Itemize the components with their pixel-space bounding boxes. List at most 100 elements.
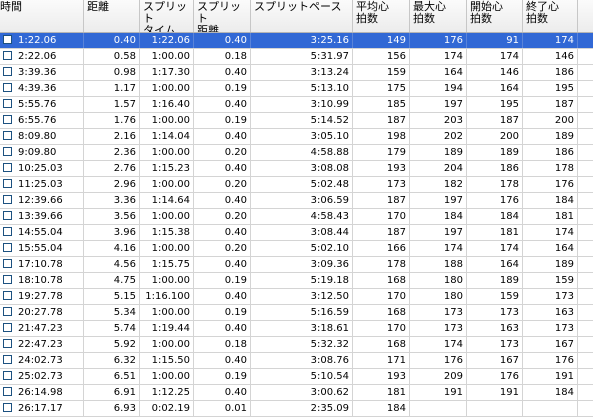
column-header-split-pace[interactable]: スプリットペース <box>251 0 353 32</box>
cell-split-time: 1:19.44 <box>140 321 194 336</box>
table-row[interactable]: 14:55.04 3.96 1:15.38 0.40 3:08.44 187 197 181 1… <box>0 225 593 241</box>
cell-time: 17:10.78 <box>0 257 84 272</box>
table-row[interactable]: 26:17.17 6.93 0:02.19 0.01 2:35.09 184 <box>0 401 593 417</box>
cell-split-time: 1:14.04 <box>140 129 194 144</box>
column-header-distance[interactable]: 距離 <box>84 0 140 32</box>
cell-end-hr: 176 <box>523 177 578 192</box>
cell-end-hr <box>523 401 578 416</box>
column-header-split-time[interactable]: スプリット タイム <box>140 0 194 32</box>
column-header-end-hr[interactable]: 終了心 拍数 <box>523 0 578 32</box>
row-checkbox[interactable] <box>3 402 12 412</box>
cell-time-text: 24:02.73 <box>18 355 63 366</box>
cell-time: 1:22.06 <box>0 33 84 48</box>
row-checkbox[interactable] <box>3 226 12 236</box>
row-checkbox[interactable] <box>3 66 12 76</box>
row-checkbox[interactable] <box>3 290 12 300</box>
row-checkbox[interactable] <box>3 98 12 108</box>
cell-max-hr: 180 <box>410 273 467 288</box>
table-row[interactable]: 26:14.98 6.91 1:12.25 0.40 3:00.62 181 191 191 1… <box>0 385 593 401</box>
cell-time: 19:27.78 <box>0 289 84 304</box>
table-row[interactable]: 18:10.78 4.75 1:00.00 0.19 5:19.18 168 180 189 1… <box>0 273 593 289</box>
row-checkbox[interactable] <box>3 50 12 60</box>
table-row[interactable]: 11:25.03 2.96 1:00.00 0.20 5:02.48 173 182 178 1… <box>0 177 593 193</box>
table-row[interactable]: 15:55.04 4.16 1:00.00 0.20 5:02.10 166 174 174 1… <box>0 241 593 257</box>
row-checkbox[interactable] <box>3 146 12 156</box>
table-row[interactable]: 2:22.06 0.58 1:00.00 0.18 5:31.97 156 174 174 14… <box>0 49 593 65</box>
row-checkbox[interactable] <box>3 194 12 204</box>
row-checkbox[interactable] <box>3 162 12 172</box>
row-checkbox[interactable] <box>3 354 12 364</box>
table-row[interactable]: 22:47.23 5.92 1:00.00 0.18 5:32.32 168 174 173 1… <box>0 337 593 353</box>
cell-time: 11:25.03 <box>0 177 84 192</box>
row-checkbox[interactable] <box>3 274 12 284</box>
column-header-max-hr[interactable]: 最大心 拍数 <box>410 0 467 32</box>
cell-split-time: 1:15.23 <box>140 161 194 176</box>
cell-split-time: 1:00.00 <box>140 273 194 288</box>
grid-header: 時間 距離 スプリット タイム スプリット 距離 スプリットペース 平均心 拍数… <box>0 0 593 33</box>
row-checkbox[interactable] <box>3 338 12 348</box>
cell-start-hr: 167 <box>467 353 523 368</box>
column-header-start-hr[interactable]: 開始心 拍数 <box>467 0 523 32</box>
cell-distance: 0.40 <box>84 33 140 48</box>
cell-split-pace: 4:58.88 <box>251 145 353 160</box>
table-row[interactable]: 6:55.76 1.76 1:00.00 0.19 5:14.52 187 203 187 20… <box>0 113 593 129</box>
row-checkbox[interactable] <box>3 258 12 268</box>
row-checkbox[interactable] <box>3 82 12 92</box>
cell-time: 9:09.80 <box>0 145 84 160</box>
row-checkbox[interactable] <box>3 130 12 140</box>
column-header-avg-hr[interactable]: 平均心 拍数 <box>353 0 410 32</box>
cell-max-hr: 197 <box>410 193 467 208</box>
cell-split-pace: 3:09.36 <box>251 257 353 272</box>
cell-time-text: 4:39.36 <box>18 83 57 94</box>
table-row[interactable]: 3:39.36 0.98 1:17.30 0.40 3:13.24 159 164 146 18… <box>0 65 593 81</box>
table-row[interactable]: 17:10.78 4.56 1:15.75 0.40 3:09.36 178 188 164 1… <box>0 257 593 273</box>
row-checkbox[interactable] <box>3 386 12 396</box>
cell-max-hr: 202 <box>410 129 467 144</box>
table-row[interactable]: 8:09.80 2.16 1:14.04 0.40 3:05.10 198 202 200 18… <box>0 129 593 145</box>
cell-time: 3:39.36 <box>0 65 84 80</box>
row-checkbox[interactable] <box>3 210 12 220</box>
cell-split-distance: 0.19 <box>194 305 251 320</box>
cell-time: 5:55.76 <box>0 97 84 112</box>
table-row[interactable]: 13:39.66 3.56 1:00.00 0.20 4:58.43 170 184 184 1… <box>0 209 593 225</box>
cell-filler <box>578 321 593 336</box>
table-row[interactable]: 9:09.80 2.36 1:00.00 0.20 4:58.88 179 189 189 18… <box>0 145 593 161</box>
table-row[interactable]: 4:39.36 1.17 1:00.00 0.19 5:13.10 175 194 164 19… <box>0 81 593 97</box>
cell-avg-hr: 170 <box>353 209 410 224</box>
cell-filler <box>578 337 593 352</box>
cell-filler <box>578 161 593 176</box>
cell-distance: 1.17 <box>84 81 140 96</box>
table-row[interactable]: 5:55.76 1.57 1:16.40 0.40 3:10.99 185 197 195 18… <box>0 97 593 113</box>
table-row[interactable]: 12:39.66 3.36 1:14.64 0.40 3:06.59 187 197 176 1… <box>0 193 593 209</box>
table-row[interactable]: 1:22.06 0.40 1:22.06 0.40 3:25.16 149 176 91 174 <box>0 33 593 49</box>
row-checkbox[interactable] <box>3 34 12 44</box>
cell-split-distance: 0.18 <box>194 337 251 352</box>
cell-max-hr: 191 <box>410 385 467 400</box>
cell-time-text: 13:39.66 <box>18 211 63 222</box>
row-checkbox[interactable] <box>3 306 12 316</box>
cell-time-text: 3:39.36 <box>18 67 57 78</box>
cell-filler <box>578 193 593 208</box>
row-checkbox[interactable] <box>3 242 12 252</box>
table-row[interactable]: 20:27.78 5.34 1:00.00 0.19 5:16.59 168 173 173 1… <box>0 305 593 321</box>
grid-body: 1:22.06 0.40 1:22.06 0.40 3:25.16 149 176 91 174… <box>0 33 593 417</box>
cell-split-distance: 0.19 <box>194 81 251 96</box>
cell-split-time: 1:00.00 <box>140 209 194 224</box>
cell-avg-hr: 170 <box>353 289 410 304</box>
table-row[interactable]: 10:25.03 2.76 1:15.23 0.40 3:08.08 193 204 186 1… <box>0 161 593 177</box>
cell-avg-hr: 156 <box>353 49 410 64</box>
table-row[interactable]: 21:47.23 5.74 1:19.44 0.40 3:18.61 170 173 163 1… <box>0 321 593 337</box>
row-checkbox[interactable] <box>3 370 12 380</box>
column-header-time[interactable]: 時間 <box>0 0 84 32</box>
row-checkbox[interactable] <box>3 322 12 332</box>
table-row[interactable]: 24:02.73 6.32 1:15.50 0.40 3:08.76 171 176 167 1… <box>0 353 593 369</box>
row-checkbox[interactable] <box>3 178 12 188</box>
column-header-split-distance[interactable]: スプリット 距離 <box>194 0 251 32</box>
cell-split-time: 1:00.00 <box>140 241 194 256</box>
table-row[interactable]: 25:02.73 6.51 1:00.00 0.19 5:10.54 193 209 176 1… <box>0 369 593 385</box>
row-checkbox[interactable] <box>3 114 12 124</box>
cell-avg-hr: 159 <box>353 65 410 80</box>
table-row[interactable]: 19:27.78 5.15 1:16.100 0.40 3:12.50 170 180 159… <box>0 289 593 305</box>
cell-end-hr: 167 <box>523 337 578 352</box>
cell-end-hr: 174 <box>523 33 578 48</box>
